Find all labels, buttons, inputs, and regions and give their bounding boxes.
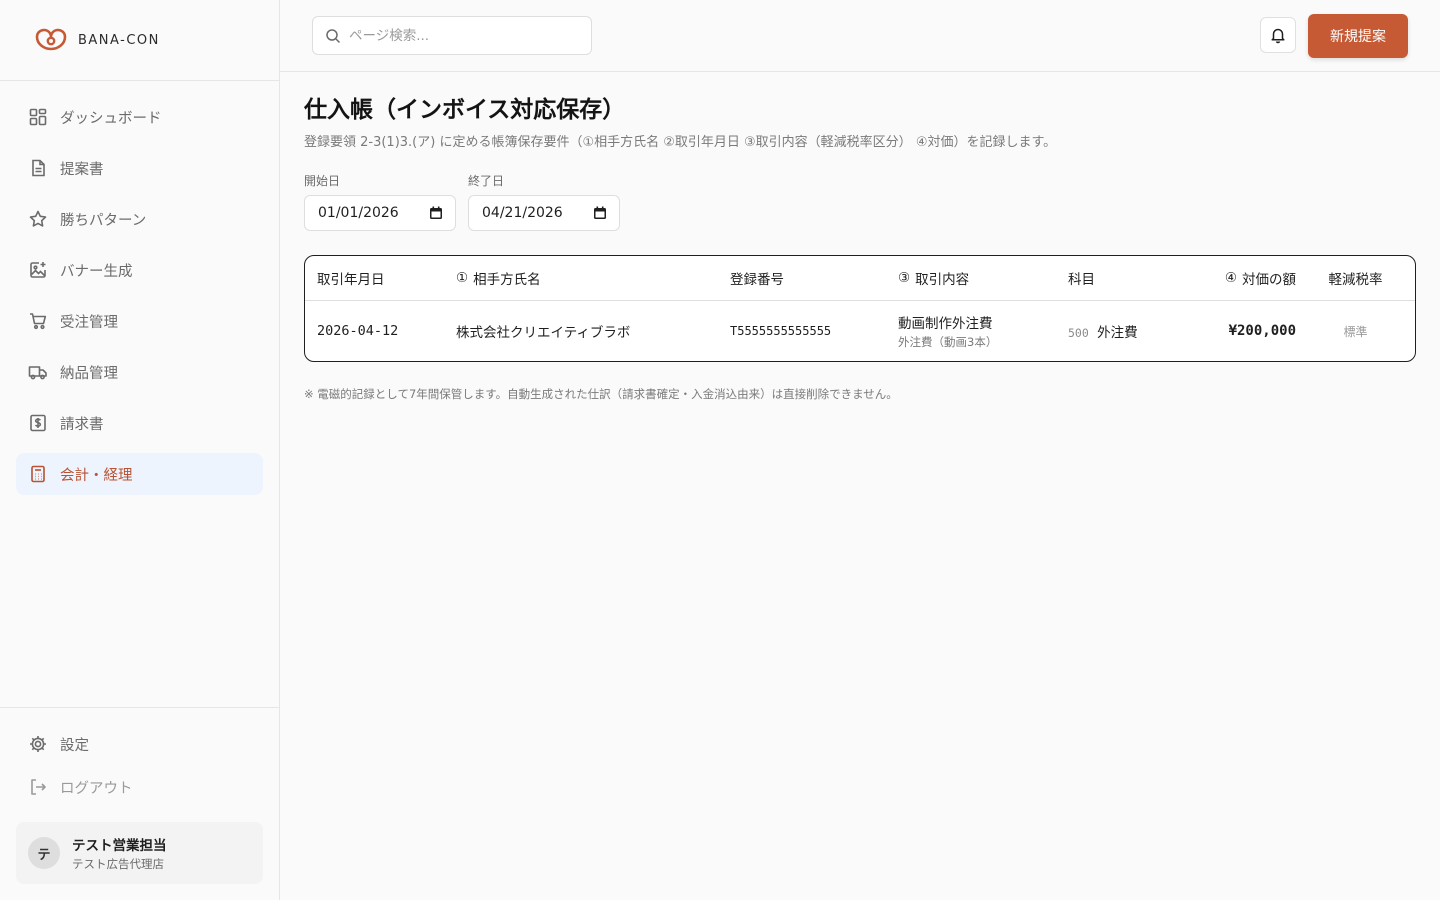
main-content: 仕入帳（インボイス対応保存） 登録要領 2-3(1)3.(ア) に定める帳簿保存… (304, 72, 1416, 402)
sidebar-item-win-patterns[interactable]: 勝ちパターン (16, 198, 263, 240)
header-registration-number: 登録番号 (730, 272, 784, 288)
logout-label: ログアウト (60, 780, 133, 797)
document-icon (32, 159, 45, 177)
header-date: 取引年月日 (317, 272, 385, 288)
calendar-icon (430, 206, 442, 219)
search-icon (326, 28, 341, 43)
sidebar-item-label: 受注管理 (60, 314, 118, 331)
calculator-icon (31, 465, 45, 483)
cart-icon (30, 313, 47, 330)
row-content-sub: 外注費（動画3本） (898, 335, 998, 349)
truck-icon (28, 366, 47, 380)
logout-icon (31, 779, 46, 795)
header-content-label: 取引内容 (915, 272, 970, 288)
page-subtitle: 登録要領 2-3(1)3.(ア) に定める帳簿保存要件（①相手方氏名 ②取引年月… (304, 135, 1057, 150)
sidebar: BANA-CON ダッシュボード 提案書 勝ちパターン バナー生成 受注管理 納… (0, 0, 280, 900)
end-date-label: 終了日 (468, 174, 505, 188)
amount-marker: ④ (1224, 270, 1237, 286)
end-date-value: 04/21/2026 (482, 205, 563, 221)
avatar: テ (28, 837, 60, 869)
header-partner-label: 相手方氏名 (473, 272, 541, 288)
row-date: 2026-04-12 (317, 323, 399, 339)
start-date-input[interactable]: 01/01/2026 (304, 195, 456, 231)
row-amount: ¥200,000 (1228, 323, 1296, 339)
row-account: 500 外注費 (1068, 321, 1188, 341)
bell-icon (1271, 28, 1285, 44)
sidebar-item-label: 納品管理 (60, 365, 118, 382)
start-date-label: 開始日 (304, 174, 341, 188)
header-partner: ① 相手方氏名 (456, 268, 730, 288)
row-account-code: 500 (1068, 326, 1089, 340)
sidebar-item-label: ダッシュボード (60, 110, 162, 127)
start-date-value: 01/01/2026 (318, 205, 399, 221)
table-row[interactable]: 2026-04-12 株式会社クリエイティブラボ T5555555555555 … (305, 301, 1415, 361)
brand-logo[interactable]: BANA-CON (0, 0, 279, 81)
sidebar-item-label: 会計・経理 (60, 467, 133, 484)
sidebar-item-label: 勝ちパターン (60, 212, 147, 229)
logout-button[interactable]: ログアウト (16, 767, 263, 807)
settings-label: 設定 (60, 737, 89, 754)
start-date-filter: 開始日 01/01/2026 (304, 172, 456, 231)
sidebar-item-banner-generation[interactable]: バナー生成 (16, 249, 263, 291)
row-registration-number: T5555555555555 (730, 324, 832, 338)
sidebar-item-label: 提案書 (60, 161, 104, 178)
sidebar-item-proposals[interactable]: 提案書 (16, 147, 263, 189)
search-input[interactable] (349, 27, 579, 44)
search-box (312, 16, 592, 55)
header-tax-rate: 軽減税率 (1328, 272, 1383, 288)
page-title: 仕入帳（インボイス対応保存） (304, 97, 626, 123)
sidebar-item-invoices[interactable]: 請求書 (16, 402, 263, 444)
brand-mark-icon (35, 28, 67, 51)
retention-note: ※ 電磁的記録として7年間保管します。自動生成された仕訳（請求書確定・入金消込由… (304, 387, 898, 401)
user-organization: テスト広告代理店 (72, 857, 164, 871)
content-marker: ③ (898, 270, 911, 286)
header-content: ③ 取引内容 (898, 268, 1068, 288)
row-content-main: 動画制作外注費 (898, 316, 993, 332)
user-name: テスト営業担当 (72, 838, 167, 854)
sidebar-item-accounting[interactable]: 会計・経理 (16, 453, 263, 495)
sidebar-nav: ダッシュボード 提案書 勝ちパターン バナー生成 受注管理 納品管理 請求書 会… (0, 81, 279, 495)
brand-name: BANA-CON (78, 32, 160, 48)
settings-link[interactable]: 設定 (16, 724, 263, 764)
header-amount: ④ 対価の額 (1188, 268, 1296, 288)
sidebar-item-label: バナー生成 (60, 263, 133, 280)
sidebar-footer: 設定 ログアウト テ テスト営業担当 テスト広告代理店 (0, 707, 279, 900)
end-date-filter: 終了日 04/21/2026 (468, 172, 620, 231)
date-filters: 開始日 01/01/2026 終了日 04/21/2026 (304, 172, 1416, 231)
row-partner: 株式会社クリエイティブラボ (456, 325, 631, 341)
gear-icon (30, 736, 46, 752)
row-content: 動画制作外注費 外注費（動画3本） (898, 312, 1068, 350)
new-proposal-button[interactable]: 新規提案 (1308, 14, 1408, 58)
dashboard-icon (29, 108, 47, 126)
invoice-icon (30, 414, 46, 432)
partner-marker: ① (456, 270, 469, 286)
image-plus-icon (30, 262, 46, 278)
row-account-name: 外注費 (1097, 325, 1138, 341)
sidebar-item-dashboard[interactable]: ダッシュボード (16, 96, 263, 138)
sidebar-item-orders[interactable]: 受注管理 (16, 300, 263, 342)
notifications-button[interactable] (1260, 17, 1296, 53)
header-amount-label: 対価の額 (1242, 272, 1296, 288)
top-bar: 新規提案 (280, 0, 1440, 72)
purchase-ledger-table: 取引年月日 ① 相手方氏名 登録番号 ③ 取引内容 科目 ④ 対価の額 軽減税率… (304, 255, 1416, 362)
user-card[interactable]: テ テスト営業担当 テスト広告代理店 (16, 822, 263, 884)
calendar-icon (594, 206, 606, 219)
table-header: 取引年月日 ① 相手方氏名 登録番号 ③ 取引内容 科目 ④ 対価の額 軽減税率 (305, 256, 1415, 301)
sidebar-item-label: 請求書 (60, 416, 104, 433)
row-tax-rate: 標準 (1343, 324, 1368, 339)
end-date-input[interactable]: 04/21/2026 (468, 195, 620, 231)
star-icon (29, 210, 47, 227)
sidebar-item-deliveries[interactable]: 納品管理 (16, 351, 263, 393)
header-account: 科目 (1068, 272, 1095, 288)
